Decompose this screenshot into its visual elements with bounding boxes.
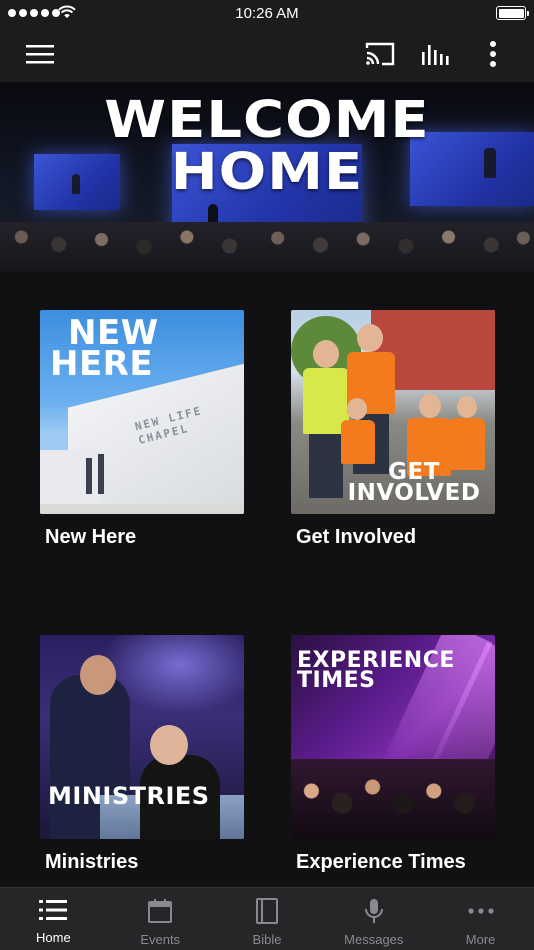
tab-label-more: More [465, 932, 496, 947]
top-nav-bar [0, 26, 534, 82]
audio-bars-icon[interactable] [416, 26, 456, 82]
welcome-hero-banner[interactable]: WELCOME HOME [0, 82, 534, 272]
card-experience-times[interactable]: EXPERIENCE TIMES Experience Times [291, 635, 495, 874]
tab-label-events: Events [140, 932, 181, 947]
battery-icon [496, 6, 529, 20]
hero-title-line2: HOME [170, 143, 364, 202]
cast-icon[interactable] [360, 26, 400, 82]
ministries-overlay-text: MINISTRIES [48, 782, 210, 810]
card-label-experience-times: Experience Times [296, 851, 466, 873]
experience-times-thumbnail: EXPERIENCE TIMES [291, 635, 495, 839]
status-time: 10:26 AM [235, 5, 299, 22]
ministries-thumbnail: MINISTRIES [40, 635, 244, 839]
calendar-icon [148, 899, 173, 923]
tab-messages[interactable]: Messages [320, 888, 427, 950]
card-get-involved[interactable]: GET INVOLVED Get Involved [291, 310, 495, 549]
new-here-overlay-text: NEW HERE [50, 313, 159, 385]
experience-times-overlay-text: EXPERIENCE TIMES [297, 648, 455, 694]
vertical-dots-icon[interactable] [478, 26, 508, 82]
content-grid: NEW LIFE CHAPEL NEW HERE New Here GET IN… [0, 272, 534, 887]
card-label-get-involved: Get Involved [296, 526, 417, 548]
microphone-icon [364, 899, 383, 923]
get-involved-thumbnail: GET INVOLVED [291, 310, 495, 514]
tab-bible[interactable]: Bible [214, 888, 321, 950]
new-here-thumbnail: NEW LIFE CHAPEL NEW HERE [40, 310, 244, 514]
tab-label-home: Home [36, 930, 71, 945]
list-icon [39, 900, 68, 920]
hamburger-menu-icon[interactable] [18, 26, 62, 82]
card-new-here[interactable]: NEW LIFE CHAPEL NEW HERE New Here [40, 310, 244, 549]
hero-title-line1: WELCOME [104, 91, 430, 150]
get-involved-overlay-text: GET INVOLVED [347, 459, 481, 507]
book-icon [255, 898, 278, 924]
tab-label-bible: Bible [252, 932, 282, 947]
status-bar: 10:26 AM [0, 0, 534, 26]
card-label-ministries: Ministries [45, 851, 139, 873]
tab-label-messages: Messages [344, 932, 404, 947]
tab-more[interactable]: More [427, 888, 534, 950]
more-dots-icon [467, 908, 494, 914]
tab-home[interactable]: Home [0, 888, 107, 950]
tab-events[interactable]: Events [107, 888, 214, 950]
bottom-tab-bar: Home Events Bible Messages More [0, 887, 534, 950]
card-label-new-here: New Here [45, 526, 137, 548]
audience-crowd [0, 222, 534, 272]
card-ministries[interactable]: MINISTRIES Ministries [40, 635, 244, 874]
